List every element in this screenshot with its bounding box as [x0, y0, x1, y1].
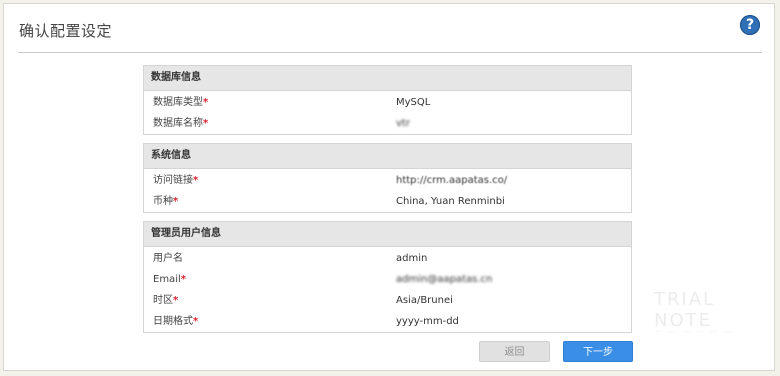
required-mark: *: [173, 295, 179, 306]
username-label: 用户名: [153, 253, 183, 264]
date-format-value: yyyy-mm-dd: [396, 316, 459, 327]
required-mark: *: [193, 316, 199, 327]
currency-row: 币种* China, Yuan Renminbi: [144, 191, 631, 212]
email-value: admin@aapatas.cn: [396, 274, 493, 285]
db-type-label: 数据库类型*: [153, 97, 209, 108]
access-link-value[interactable]: http://crm.aapatas.co/: [396, 170, 507, 191]
timezone-row: 时区* Asia/Brunei: [144, 290, 631, 311]
db-name-label: 数据库名称*: [153, 118, 209, 129]
db-type-row: 数据库类型* MySQL: [144, 92, 631, 113]
email-row: Email* admin@aapatas.cn: [144, 269, 631, 290]
required-mark: *: [173, 196, 179, 207]
watermark-text: TRIAL NOTE: [654, 289, 716, 331]
currency-label: 币种*: [153, 196, 179, 207]
timezone-value: Asia/Brunei: [396, 295, 453, 306]
back-button[interactable]: 返回: [479, 341, 550, 362]
access-link-label: 访问链接*: [153, 175, 199, 186]
panel-heading: 系统信息: [144, 144, 631, 169]
db-name-row: 数据库名称* vtr: [144, 113, 631, 134]
required-mark: *: [180, 274, 186, 285]
help-icon[interactable]: ?: [740, 15, 760, 35]
watermark-subtext: — — — — — —: [654, 327, 734, 337]
required-mark: *: [193, 175, 199, 186]
access-link-row: 访问链接* http://crm.aapatas.co/: [144, 170, 631, 191]
username-row: 用户名 admin: [144, 248, 631, 269]
system-panel: 系统信息 访问链接* http://crm.aapatas.co/ 币种* Ch…: [143, 143, 632, 213]
database-panel: 数据库信息 数据库类型* MySQL 数据库名称* vtr: [143, 65, 632, 135]
required-mark: *: [203, 118, 209, 129]
currency-value: China, Yuan Renminbi: [396, 196, 505, 207]
title-divider: [18, 52, 762, 53]
db-name-value: vtr: [396, 118, 410, 129]
required-mark: *: [203, 97, 209, 108]
email-label: Email*: [153, 274, 186, 285]
admin-panel: 管理员用户信息 用户名 admin Email* admin@aapatas.c…: [143, 221, 632, 333]
next-step-button[interactable]: 下一步: [563, 341, 633, 362]
panel-heading: 数据库信息: [144, 66, 631, 91]
username-value: admin: [396, 253, 428, 264]
panel-heading: 管理员用户信息: [144, 222, 631, 247]
date-format-label: 日期格式*: [153, 316, 199, 327]
page-title: 确认配置设定: [19, 22, 113, 40]
date-format-row: 日期格式* yyyy-mm-dd: [144, 311, 631, 332]
db-type-value: MySQL: [396, 97, 431, 108]
timezone-label: 时区*: [153, 295, 179, 306]
